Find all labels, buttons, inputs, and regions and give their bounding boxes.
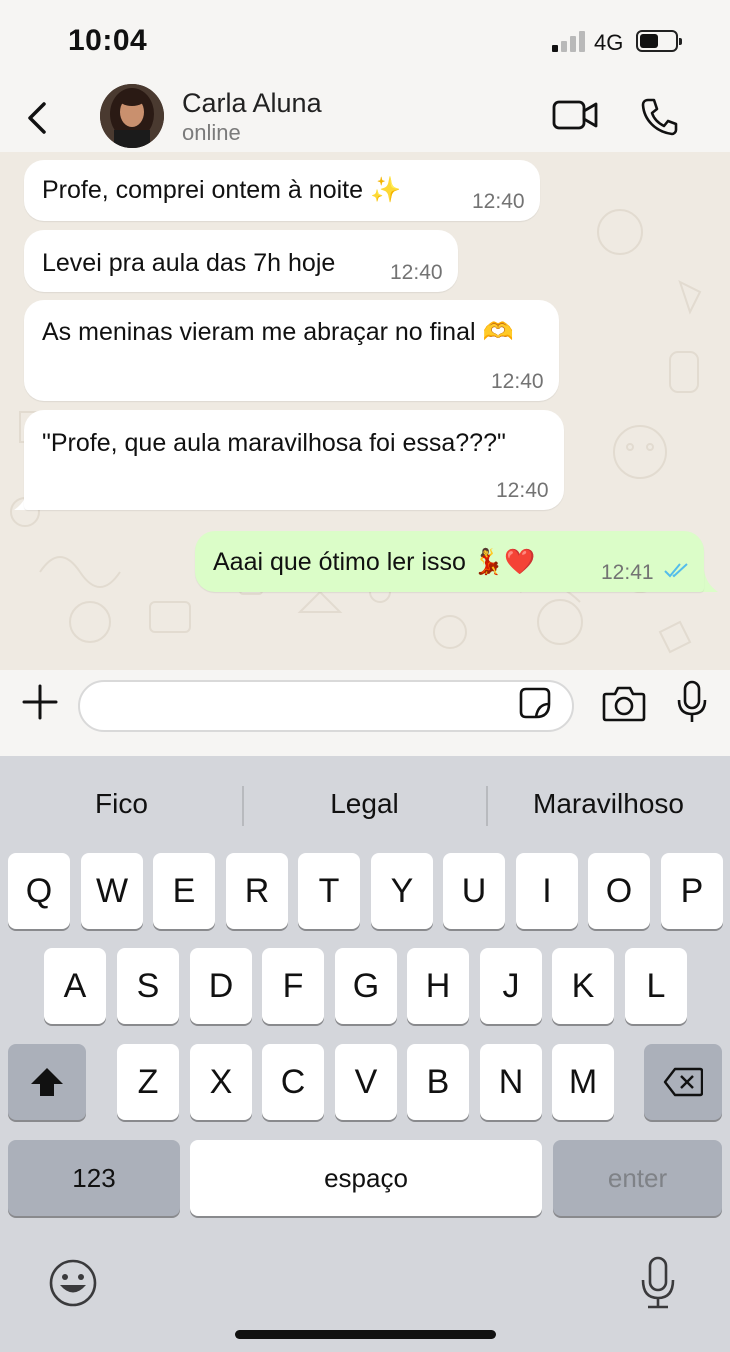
emoji-keyboard-icon[interactable]: [48, 1258, 98, 1308]
microphone-icon[interactable]: [676, 680, 708, 724]
shift-key[interactable]: [8, 1044, 86, 1120]
key-h[interactable]: H: [407, 948, 469, 1024]
chat-header: Carla Aluna online: [0, 80, 730, 154]
key-l[interactable]: L: [625, 948, 687, 1024]
key-t[interactable]: T: [298, 853, 360, 929]
message-bubble-incoming[interactable]: As meninas vieram me abraçar no final 🫶 …: [24, 300, 559, 401]
key-m[interactable]: M: [552, 1044, 614, 1120]
suggestion-2[interactable]: Legal: [243, 788, 486, 820]
contact-name[interactable]: Carla Aluna: [182, 88, 322, 119]
key-a[interactable]: A: [44, 948, 106, 1024]
message-input-bar: [0, 670, 730, 756]
key-g[interactable]: G: [335, 948, 397, 1024]
message-bubble-outgoing[interactable]: Aaai que ótimo ler isso 💃❤️ 12:41: [195, 531, 704, 592]
signal-icon: [552, 30, 586, 52]
key-z[interactable]: Z: [117, 1044, 179, 1120]
key-f[interactable]: F: [262, 948, 324, 1024]
key-r[interactable]: R: [226, 853, 288, 929]
key-n[interactable]: N: [480, 1044, 542, 1120]
phone-call-icon[interactable]: [640, 96, 678, 136]
message-text: Profe, comprei ontem à noite ✨: [42, 176, 402, 204]
message-time: 12:40: [472, 190, 525, 213]
attach-plus-icon[interactable]: [22, 684, 58, 720]
chat-area[interactable]: Profe, comprei ontem à noite ✨ 12:40 Lev…: [0, 152, 730, 670]
key-x[interactable]: X: [190, 1044, 252, 1120]
key-k[interactable]: K: [552, 948, 614, 1024]
message-text: "Profe, que aula maravilhosa foi essa???…: [42, 429, 506, 457]
message-text: Levei pra aula das 7h hoje: [42, 249, 336, 277]
message-time: 12:41: [601, 561, 654, 584]
message-input[interactable]: [78, 680, 574, 732]
message-bubble-incoming[interactable]: "Profe, que aula maravilhosa foi essa???…: [24, 410, 564, 510]
shift-icon: [31, 1068, 63, 1096]
status-time: 10:04: [68, 24, 148, 57]
read-receipt-icon: [664, 563, 688, 578]
home-indicator[interactable]: [235, 1330, 496, 1339]
contact-status: online: [182, 120, 241, 145]
battery-icon: [636, 30, 682, 52]
key-b[interactable]: B: [407, 1044, 469, 1120]
sticker-icon[interactable]: [518, 686, 552, 720]
backspace-key[interactable]: [644, 1044, 722, 1120]
back-chevron-icon[interactable]: [22, 98, 52, 138]
suggestion-1[interactable]: Fico: [0, 788, 243, 820]
message-text: As meninas vieram me abraçar no final 🫶: [42, 318, 514, 346]
key-u[interactable]: U: [443, 853, 505, 929]
key-p[interactable]: P: [661, 853, 723, 929]
key-y[interactable]: Y: [371, 853, 433, 929]
camera-icon[interactable]: [602, 684, 646, 722]
key-d[interactable]: D: [190, 948, 252, 1024]
key-i[interactable]: I: [516, 853, 578, 929]
avatar[interactable]: [100, 84, 164, 148]
message-time: 12:40: [390, 261, 443, 284]
message-time: 12:40: [491, 370, 544, 393]
dictation-mic-icon[interactable]: [640, 1256, 676, 1310]
key-j[interactable]: J: [480, 948, 542, 1024]
message-text: Aaai que ótimo ler isso 💃❤️: [213, 548, 536, 576]
suggestion-3[interactable]: Maravilhoso: [487, 788, 730, 820]
enter-key[interactable]: enter: [553, 1140, 722, 1216]
key-c[interactable]: C: [262, 1044, 324, 1120]
network-type: 4G: [594, 30, 624, 55]
key-q[interactable]: Q: [8, 853, 70, 929]
key-s[interactable]: S: [117, 948, 179, 1024]
key-w[interactable]: W: [81, 853, 143, 929]
numbers-key[interactable]: 123: [8, 1140, 180, 1216]
message-time: 12:40: [496, 479, 549, 502]
video-call-icon[interactable]: [552, 98, 598, 132]
backspace-icon: [663, 1067, 704, 1097]
space-key[interactable]: espaço: [190, 1140, 542, 1216]
key-v[interactable]: V: [335, 1044, 397, 1120]
status-bar: 10:04 4G: [0, 0, 730, 80]
predictive-suggestions: Fico Legal Maravilhoso: [0, 776, 730, 836]
key-e[interactable]: E: [153, 853, 215, 929]
message-bubble-incoming[interactable]: Profe, comprei ontem à noite ✨ 12:40: [24, 160, 540, 221]
keyboard: Fico Legal Maravilhoso Q W E R T Y U I O…: [0, 756, 730, 1352]
key-o[interactable]: O: [588, 853, 650, 929]
message-bubble-incoming[interactable]: Levei pra aula das 7h hoje 12:40: [24, 230, 458, 292]
